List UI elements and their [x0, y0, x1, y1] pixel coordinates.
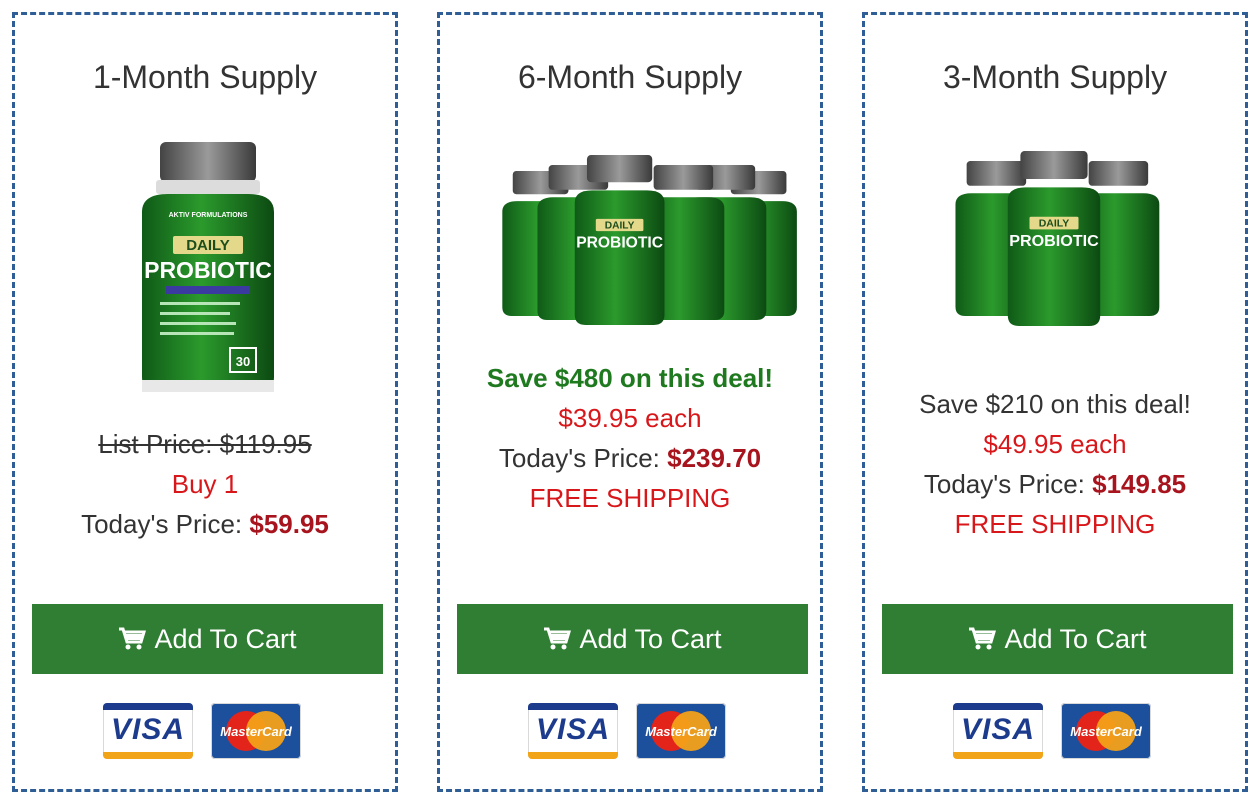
card-title: 3-Month Supply	[942, 59, 1168, 95]
todays-price: Today's Price: $59.95	[15, 509, 395, 540]
buy-quantity: Buy 1	[171, 469, 239, 499]
svg-text:PROBIOTIC: PROBIOTIC	[576, 234, 663, 251]
todays-price-label: Today's Price:	[923, 469, 1093, 499]
todays-price-value: $149.85	[1092, 469, 1187, 499]
offer-card-6-month: 6-Month Supply DAILY PROBIOTIC Save $480…	[437, 12, 823, 792]
product-bottle-image: AKTIV FORMULATIONS DAILY PROBIOTIC 30	[15, 137, 395, 397]
svg-text:DAILY: DAILY	[186, 237, 230, 254]
payment-icons: VISA MasterCard	[103, 703, 315, 761]
todays-price: Today's Price: $239.70	[440, 443, 820, 474]
svg-text:30: 30	[236, 354, 250, 369]
svg-text:PROBIOTIC: PROBIOTIC	[144, 257, 272, 283]
visa-icon: VISA	[953, 703, 1043, 759]
price-each: $39.95 each	[558, 403, 702, 433]
savings-message: Save $480 on this deal!	[486, 363, 774, 393]
savings-message: Save $210 on this deal!	[919, 389, 1191, 419]
cart-icon	[118, 627, 147, 651]
free-shipping: FREE SHIPPING	[529, 483, 731, 513]
add-to-cart-button[interactable]: Add To Cart	[882, 604, 1233, 674]
offer-card-1-month: 1-Month Supply AKTIV FORMULATIONS DAILY …	[12, 12, 398, 792]
visa-icon: VISA	[103, 703, 193, 759]
mastercard-icon: MasterCard	[211, 703, 301, 759]
card-title: 1-Month Supply	[92, 59, 318, 95]
todays-price-value: $59.95	[249, 509, 329, 539]
todays-price-label: Today's Price:	[81, 509, 250, 539]
svg-text:PROBIOTIC: PROBIOTIC	[1009, 232, 1099, 250]
price-each: $49.95 each	[983, 429, 1127, 459]
mastercard-icon: MasterCard	[1061, 703, 1151, 759]
svg-text:MasterCard: MasterCard	[220, 724, 293, 739]
svg-text:DAILY: DAILY	[605, 220, 635, 231]
svg-text:MasterCard: MasterCard	[645, 724, 718, 739]
todays-price-value: $239.70	[667, 443, 762, 473]
svg-text:DAILY: DAILY	[1039, 218, 1070, 230]
svg-text:MasterCard: MasterCard	[1070, 724, 1143, 739]
visa-icon: VISA	[528, 703, 618, 759]
offer-card-3-month: 3-Month Supply DAILY PROBIOTIC Save $210…	[862, 12, 1248, 792]
add-to-cart-label: Add To Cart	[154, 623, 297, 654]
mastercard-icon: MasterCard	[636, 703, 726, 759]
cart-icon	[968, 627, 997, 651]
add-to-cart-label: Add To Cart	[579, 623, 722, 654]
card-title: 6-Month Supply	[517, 59, 743, 95]
todays-price: Today's Price: $149.85	[865, 469, 1245, 500]
add-to-cart-button[interactable]: Add To Cart	[457, 604, 808, 674]
payment-icons: VISA MasterCard	[953, 703, 1165, 761]
cart-icon	[543, 627, 572, 651]
list-price: List Price: $119.95	[98, 429, 312, 459]
todays-price-label: Today's Price:	[498, 443, 668, 473]
payment-icons: VISA MasterCard	[528, 703, 740, 761]
svg-text:AKTIV FORMULATIONS: AKTIV FORMULATIONS	[169, 212, 248, 219]
add-to-cart-label: Add To Cart	[1004, 623, 1147, 654]
add-to-cart-button[interactable]: Add To Cart	[32, 604, 383, 674]
free-shipping: FREE SHIPPING	[954, 509, 1156, 539]
product-bottles-image: DAILY PROBIOTIC	[865, 147, 1245, 407]
